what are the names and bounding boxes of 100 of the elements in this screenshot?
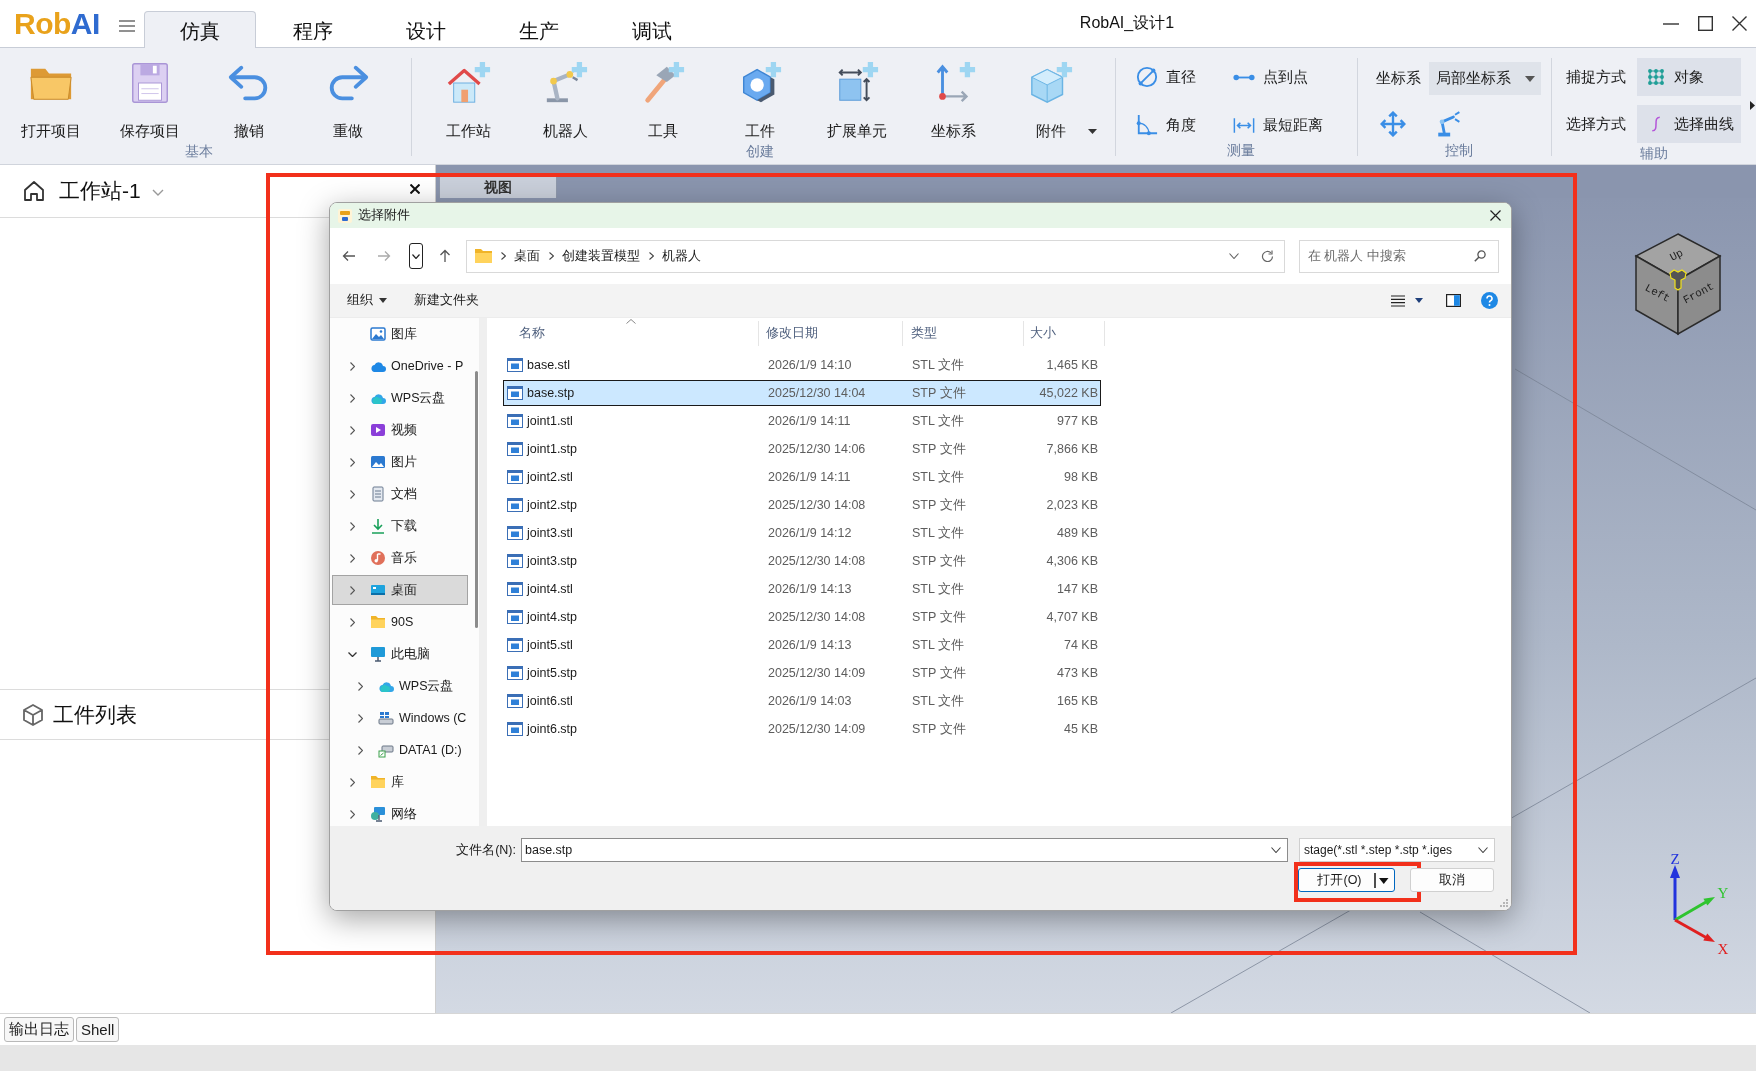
nav-item[interactable]: 此电脑 xyxy=(332,639,468,669)
file-type-dropdown[interactable]: stage(*.stl *.step *.stp *.iges xyxy=(1299,838,1495,862)
chevron-right-icon[interactable] xyxy=(349,489,355,499)
nav-item[interactable]: WPS云盘 xyxy=(332,671,468,701)
file-row[interactable]: joint1.stp 2025/12/30 14:06 STP 文件 7,866 KB xyxy=(503,436,1101,462)
chevron-right-icon[interactable] xyxy=(349,393,355,403)
ribbon-button[interactable]: 扩展单元 xyxy=(808,56,905,141)
cancel-button[interactable]: 取消 xyxy=(1410,868,1494,892)
menu-tab[interactable]: 仿真 xyxy=(143,11,256,48)
option-button[interactable]: 对象 xyxy=(1637,58,1741,96)
chevron-right-icon[interactable] xyxy=(349,425,355,435)
file-row[interactable]: joint6.stl 2026/1/9 14:03 STL 文件 165 KB xyxy=(503,688,1101,714)
close-icon[interactable] xyxy=(1490,210,1501,221)
nav-item[interactable]: OneDrive - P xyxy=(332,351,468,381)
breadcrumb-item[interactable]: 机器人 xyxy=(662,247,701,265)
column-header[interactable]: 修改日期 xyxy=(759,321,903,346)
toolbar-button[interactable]: 新建文件夹 xyxy=(414,292,479,309)
help-icon[interactable] xyxy=(1481,292,1498,309)
arrow-up-icon[interactable] xyxy=(439,249,451,263)
ribbon-button[interactable]: 工作站 xyxy=(420,56,517,141)
nav-item[interactable]: Windows (C xyxy=(332,703,468,733)
file-row[interactable]: joint2.stl 2026/1/9 14:11 STL 文件 98 KB xyxy=(503,464,1101,490)
ribbon-button[interactable]: 撤销 xyxy=(199,56,298,141)
ribbon-button[interactable]: 工具 xyxy=(614,56,711,141)
ribbon-button[interactable]: 保存项目 xyxy=(100,56,199,141)
ribbon-button[interactable]: 重做 xyxy=(298,56,397,141)
file-row[interactable]: joint6.stp 2025/12/30 14:09 STP 文件 45 KB xyxy=(503,716,1101,742)
ribbon-button[interactable]: 点到点 xyxy=(1233,62,1345,92)
nav-item[interactable]: 下载 xyxy=(332,511,468,541)
file-row[interactable]: joint3.stp 2025/12/30 14:08 STP 文件 4,306 KB xyxy=(503,548,1101,574)
ribbon-button[interactable]: 打开项目 xyxy=(1,56,100,141)
chevron-right-icon[interactable] xyxy=(357,681,363,691)
chevron-right-icon[interactable] xyxy=(349,777,355,787)
nav-item[interactable]: 音乐 xyxy=(332,543,468,573)
column-header[interactable]: 名称 xyxy=(503,321,759,346)
chevron-right-icon[interactable] xyxy=(349,553,355,563)
nav-item[interactable]: 桌面 xyxy=(332,575,468,605)
chevron-right-icon[interactable] xyxy=(357,745,363,755)
list-view-icon[interactable] xyxy=(1391,294,1405,307)
option-button[interactable]: 选择曲线 xyxy=(1637,105,1741,143)
chevron-right-icon[interactable] xyxy=(349,361,355,371)
menu-tab[interactable]: 设计 xyxy=(369,11,482,48)
file-row[interactable]: joint5.stp 2025/12/30 14:09 STP 文件 473 KB xyxy=(503,660,1101,686)
caret-icon[interactable] xyxy=(1415,298,1423,303)
menu-tab[interactable]: 程序 xyxy=(256,11,369,48)
nav-item[interactable]: WPS云盘 xyxy=(332,383,468,413)
menu-tab[interactable]: 生产 xyxy=(482,11,595,48)
chevron-right-icon[interactable] xyxy=(357,713,363,723)
chevron-right-icon[interactable] xyxy=(349,809,355,819)
scrollbar-thumb[interactable] xyxy=(475,371,478,628)
menu-tab[interactable]: 调试 xyxy=(595,11,708,48)
file-row[interactable]: joint4.stp 2025/12/30 14:08 STP 文件 4,707 KB xyxy=(503,604,1101,630)
search-icon[interactable] xyxy=(1474,249,1486,262)
view-tab[interactable]: 视图 xyxy=(439,176,557,198)
ribbon-button[interactable]: 最短距离 xyxy=(1233,110,1345,140)
file-row[interactable]: base.stp 2025/12/30 14:04 STP 文件 45,022 KB xyxy=(503,380,1101,406)
column-header[interactable]: 大小 xyxy=(1024,321,1105,346)
chevron-right-icon[interactable] xyxy=(349,585,355,595)
nav-item[interactable]: 网络 xyxy=(332,799,468,826)
address-field[interactable]: 桌面 创建装置模型 机器人 xyxy=(466,239,1285,273)
ribbon-button[interactable]: 机器人 xyxy=(517,56,614,141)
move-arrows-icon[interactable] xyxy=(1380,111,1406,137)
maximize-icon[interactable] xyxy=(1697,16,1713,31)
coordinate-dropdown[interactable]: 局部坐标系 xyxy=(1429,62,1541,95)
nav-item[interactable]: 库 xyxy=(332,767,468,797)
chevron-right-icon[interactable] xyxy=(349,521,355,531)
nav-item[interactable]: 文档 xyxy=(332,479,468,509)
toolbar-button[interactable]: 组织 xyxy=(347,292,387,309)
file-row[interactable]: joint4.stl 2026/1/9 14:13 STL 文件 147 KB xyxy=(503,576,1101,602)
menu-icon[interactable] xyxy=(118,19,135,32)
panel-tab[interactable]: 输出日志 xyxy=(4,1017,74,1042)
file-name-field[interactable]: base.stp xyxy=(521,838,1288,862)
chevron-down-icon[interactable] xyxy=(347,651,357,657)
nav-item[interactable]: DATA1 (D:) xyxy=(332,735,468,765)
ribbon-button[interactable]: 角度 xyxy=(1136,110,1233,140)
nav-item[interactable]: 视频 xyxy=(332,415,468,445)
file-row[interactable]: joint3.stl 2026/1/9 14:12 STL 文件 489 KB xyxy=(503,520,1101,546)
ribbon-button[interactable]: 附件 xyxy=(1002,56,1099,141)
refresh-icon[interactable] xyxy=(1261,249,1274,263)
close-icon[interactable] xyxy=(1731,16,1747,31)
ribbon-button[interactable]: 坐标系 xyxy=(905,56,1002,141)
breadcrumb-item[interactable]: 桌面 xyxy=(514,247,540,265)
file-row[interactable]: joint5.stl 2026/1/9 14:13 STL 文件 74 KB xyxy=(503,632,1101,658)
nav-item[interactable]: 90S xyxy=(332,607,468,637)
preview-pane-icon[interactable] xyxy=(1446,294,1461,307)
chevron-right-icon[interactable] xyxy=(349,457,355,467)
chevron-right-icon[interactable] xyxy=(349,617,355,627)
recent-locations-button[interactable] xyxy=(409,243,423,269)
minimize-icon[interactable] xyxy=(1663,22,1679,25)
file-row[interactable]: joint2.stp 2025/12/30 14:08 STP 文件 2,023 KB xyxy=(503,492,1101,518)
panel-tab[interactable]: Shell xyxy=(76,1017,120,1042)
column-header[interactable]: 类型 xyxy=(903,321,1024,346)
ribbon-button[interactable]: 工件 xyxy=(711,56,808,141)
file-row[interactable]: joint1.stl 2026/1/9 14:11 STL 文件 977 KB xyxy=(503,408,1101,434)
arrow-left-icon[interactable] xyxy=(342,250,356,262)
nav-item[interactable]: 图片 xyxy=(332,447,468,477)
search-field[interactable]: 在 机器人 中搜索 xyxy=(1299,239,1499,273)
file-row[interactable]: base.stl 2026/1/9 14:10 STL 文件 1,465 KB xyxy=(503,352,1101,378)
breadcrumb-item[interactable]: 创建装置模型 xyxy=(562,247,640,265)
resize-grip-icon[interactable] xyxy=(1500,899,1508,907)
